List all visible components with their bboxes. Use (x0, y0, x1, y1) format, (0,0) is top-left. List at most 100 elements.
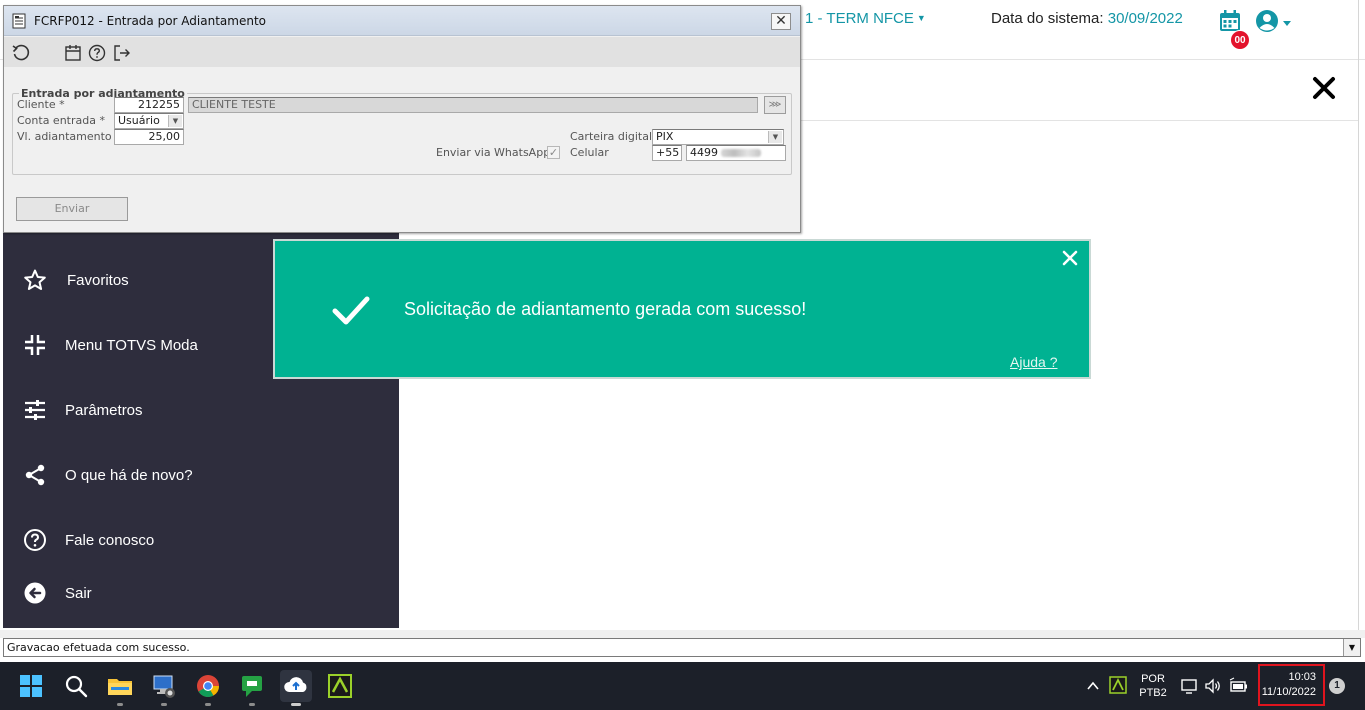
dialog-close-button[interactable]: ✕ (771, 13, 791, 30)
sidebar-item-label: Favoritos (67, 271, 129, 289)
chrome-icon (197, 675, 219, 697)
language-indicator[interactable]: POR PTB2 (1138, 672, 1168, 700)
folder-icon (108, 679, 132, 695)
whatsapp-checkbox[interactable]: ✓ (547, 146, 560, 159)
network-icon[interactable] (1180, 677, 1198, 695)
sidebar-item-parametros[interactable]: Parâmetros (23, 397, 143, 423)
tray-app-icon[interactable] (1108, 675, 1128, 695)
totvs-app[interactable] (324, 670, 356, 702)
share-icon (25, 464, 45, 486)
file-explorer-app[interactable] (104, 670, 136, 706)
sidebar-item-label: O que há de novo? (65, 466, 193, 484)
conta-entrada-label: Conta entrada * (17, 114, 105, 127)
sidebar-item-label: Parâmetros (65, 401, 143, 419)
totvs-app-icon (328, 674, 352, 698)
dropdown-arrow-icon[interactable]: ▼ (168, 115, 182, 127)
toast-close-icon[interactable] (1061, 249, 1079, 267)
chevron-down-icon: ▼ (916, 13, 926, 23)
carteira-digital-label: Carteira digital (570, 130, 653, 143)
start-button[interactable] (15, 670, 47, 702)
success-toast: Solicitação de adiantamento gerada com s… (273, 239, 1091, 379)
celular-label: Celular (570, 146, 609, 159)
page-right-border (1358, 0, 1359, 630)
valor-adiantamento-label: Vl. adiantamento * (17, 130, 121, 143)
sidebar-item-label: Menu TOTVS Moda (65, 336, 198, 354)
search-icon (65, 675, 88, 698)
collapse-arrows-icon (25, 335, 45, 355)
conta-entrada-select[interactable]: Usuário ▼ (114, 113, 184, 129)
running-indicator (249, 703, 255, 706)
checkmark-icon (332, 296, 370, 325)
running-indicator (291, 703, 301, 706)
sidebar-item-favoritos[interactable]: Favoritos (23, 267, 129, 293)
running-indicator (205, 703, 211, 706)
status-message: Gravacao efetuada com sucesso. (7, 641, 190, 654)
chrome-app[interactable] (192, 670, 224, 706)
dialog-toolbar (4, 37, 800, 67)
toast-message: Solicitação de adiantamento gerada com s… (404, 299, 807, 319)
celular-number-input[interactable]: 4499 (686, 145, 786, 161)
sidebar-item-menu-totvs-moda[interactable]: Menu TOTVS Moda (23, 332, 198, 358)
remote-desktop-app[interactable] (148, 670, 180, 706)
sidebar-item-label: Sair (65, 584, 92, 602)
taskbar: POR PTB2 (0, 662, 1365, 710)
document-icon (12, 13, 26, 29)
conta-entrada-value: Usuário (118, 114, 160, 127)
enviar-button[interactable]: Enviar (16, 197, 128, 221)
clock-time: 10:03 (1288, 671, 1316, 683)
cliente-label: Cliente * (17, 98, 65, 111)
toast-help-link[interactable]: Ajuda ? (1010, 354, 1057, 370)
help-icon[interactable] (87, 43, 107, 63)
system-date-value: 30/09/2022 (1107, 10, 1183, 27)
computer-icon (153, 675, 175, 698)
system-date: Data do sistema: 30/09/2022 (991, 10, 1183, 27)
clock-date: 11/10/2022 (1261, 686, 1316, 698)
sidebar-item-label: Fale conosco (65, 531, 155, 549)
chevron-up-icon[interactable] (1086, 680, 1100, 692)
close-icon[interactable] (1310, 74, 1338, 102)
dialog-titlebar[interactable]: FCRFP012 - Entrada por Adiantamento ✕ (4, 6, 800, 36)
user-account-icon[interactable] (1255, 9, 1291, 33)
status-area-background (0, 630, 1365, 638)
cliente-lookup-button[interactable]: ⋙ (764, 96, 786, 114)
cliente-name-field: CLIENTE TESTE (188, 97, 758, 113)
carteira-digital-value: PIX (656, 130, 674, 143)
terminal-label: 1 - TERM NFCE (805, 10, 914, 27)
battery-icon[interactable] (1228, 677, 1248, 695)
notification-count-badge[interactable]: 1 (1329, 678, 1345, 694)
running-indicator (161, 703, 167, 706)
whatsapp-label: Enviar via WhatsApp (436, 146, 551, 159)
terminal-selector[interactable]: 1 - TERM NFCE ▼ (805, 10, 926, 27)
exit-icon[interactable] (112, 43, 132, 63)
volume-icon[interactable] (1204, 677, 1222, 695)
keyboard-layout: PTB2 (1139, 687, 1167, 699)
cliente-code-input[interactable]: 212255 (114, 97, 184, 113)
celular-ddi-input[interactable]: +55 (652, 145, 682, 161)
sidebar-item-fale-conosco[interactable]: Fale conosco (23, 527, 154, 553)
chevron-down-icon[interactable]: ▼ (1343, 639, 1360, 656)
celular-number-value: 4499 (690, 146, 718, 159)
back-arrow-circle-icon (24, 582, 46, 604)
carteira-digital-select[interactable]: PIX ▼ (652, 129, 784, 145)
dropdown-arrow-icon[interactable]: ▼ (768, 131, 782, 143)
redacted-number (721, 149, 761, 157)
refresh-icon[interactable] (11, 43, 31, 63)
valor-adiantamento-input[interactable]: 25,00 (114, 129, 184, 145)
chat-icon (242, 676, 262, 697)
sidebar-item-sair[interactable]: Sair (23, 580, 92, 606)
cloud-app[interactable] (280, 670, 312, 706)
status-bar: Gravacao efetuada com sucesso. ▼ (3, 638, 1361, 657)
calendar-icon[interactable] (63, 43, 83, 63)
dialog-title: FCRFP012 - Entrada por Adiantamento (34, 14, 266, 28)
windows-logo-icon (20, 675, 42, 697)
taskbar-clock[interactable]: 10:03 11/10/2022 (1258, 664, 1325, 706)
language-code: POR (1141, 673, 1165, 685)
star-icon (24, 269, 46, 290)
sidebar-item-novidades[interactable]: O que há de novo? (23, 462, 193, 488)
sliders-icon (25, 400, 45, 420)
legacy-dialog-window: FCRFP012 - Entrada por Adiantamento ✕ En… (3, 5, 801, 233)
search-button[interactable] (60, 670, 92, 702)
chat-app[interactable] (236, 670, 268, 706)
cloud-icon (284, 677, 307, 692)
notification-badge: 00 (1230, 30, 1250, 50)
